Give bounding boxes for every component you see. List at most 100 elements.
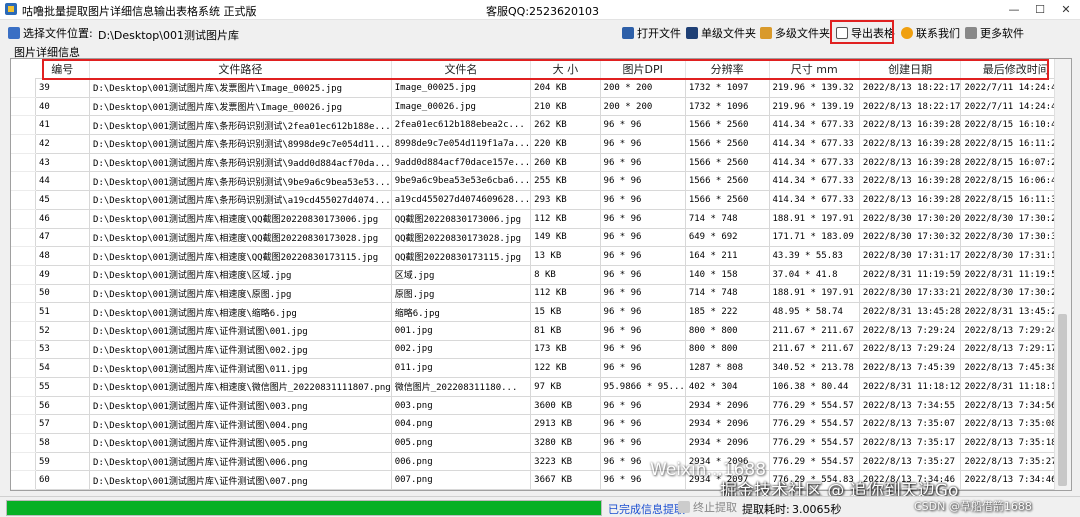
scrollbar-thumb[interactable]	[1058, 314, 1067, 486]
single-folder-button[interactable]: 单级文件夹	[686, 24, 756, 41]
table-cell[interactable]: 185 * 222	[684, 302, 770, 322]
choose-folder-button[interactable]: 选择文件位置:	[8, 24, 93, 41]
row-header[interactable]	[11, 321, 36, 341]
table-cell[interactable]: 96 * 96	[599, 489, 686, 490]
image-info-table[interactable]: 编号 文件路径 文件名 大 小 图片DPI 分辨率 尺寸 mm 创建日期 最后修…	[10, 58, 1072, 491]
table-cell[interactable]: 262 KB	[530, 115, 601, 136]
table-cell[interactable]: 47	[34, 227, 91, 248]
row-header[interactable]	[11, 265, 36, 285]
table-cell[interactable]: 缩略6.jpg	[390, 302, 532, 322]
table-cell[interactable]: 49	[34, 264, 91, 285]
table-cell[interactable]: 402 * 304	[684, 377, 770, 397]
table-cell[interactable]: 188.91 * 197.91	[768, 208, 860, 229]
table-cell[interactable]: 1732 * 1097	[684, 78, 770, 98]
table-cell[interactable]: 2022/8/30 17:31:17	[858, 246, 962, 266]
table-cell[interactable]: 97 KB	[530, 377, 601, 397]
table-cell[interactable]: 112 KB	[530, 208, 601, 229]
table-cell[interactable]: D:\Desktop\001测试图片库\证件测试图\007.png	[89, 470, 392, 490]
table-cell[interactable]: 164 * 211	[684, 246, 770, 266]
row-header[interactable]	[11, 433, 36, 453]
table-cell[interactable]: 13 KB	[530, 246, 601, 266]
table-cell[interactable]: 1287 * 808	[684, 358, 770, 378]
table-row[interactable]: 47 D:\Desktop\001测试图片库\相速度\QQ截图2022083017…	[11, 227, 1071, 248]
table-cell[interactable]: 59	[34, 451, 91, 472]
maximize-button[interactable]: ☐	[1030, 2, 1050, 17]
table-cell[interactable]: 204 KB	[530, 78, 601, 98]
table-cell[interactable]: 96 * 96	[599, 320, 686, 341]
table-cell[interactable]: Image_00026.jpg	[390, 96, 532, 117]
table-cell[interactable]: D:\Desktop\001测试图片库\发票图片\Image_00026.jpg	[89, 96, 392, 117]
table-cell[interactable]: 96 * 96	[599, 190, 686, 210]
table-cell[interactable]: 260 KB	[530, 152, 601, 173]
table-cell[interactable]: 106.38 * 80.44	[768, 377, 860, 397]
table-cell[interactable]: 2022/8/13 7:29:24	[858, 339, 962, 360]
row-header[interactable]	[11, 358, 36, 378]
table-cell[interactable]: 2022/8/31 11:18:12	[858, 377, 962, 397]
table-row[interactable]: 48 D:\Desktop\001测试图片库\相速度\QQ截图2022083017…	[11, 246, 1071, 266]
table-row[interactable]: 51 D:\Desktop\001测试图片库\相速度\缩略6.jpg 缩略6.jpg…	[11, 302, 1071, 322]
table-cell[interactable]: 2022/8/13 7:35:07	[858, 414, 962, 435]
table-cell[interactable]: D:\Desktop\001测试图片库\条形码识别测试\2fea01ec612b…	[89, 115, 392, 136]
table-cell[interactable]: D:\Desktop\001测试图片库\证件测试图\008.png	[89, 489, 392, 490]
table-cell[interactable]: 008.png	[390, 489, 532, 490]
table-cell[interactable]: 9be9a6c9bea53e53e6cba6...	[390, 171, 532, 192]
table-cell[interactable]: 2022/8/13 16:39:28	[858, 134, 962, 154]
row-header[interactable]	[11, 209, 36, 229]
table-row[interactable]: 45 D:\Desktop\001测试图片库\条形码识别测试\a19cd45502…	[11, 190, 1071, 210]
table-cell[interactable]: 112 KB	[530, 283, 601, 304]
table-cell[interactable]: 3600 KB	[530, 395, 601, 416]
table-cell[interactable]: 414.34 * 677.33	[768, 115, 860, 136]
table-row[interactable]: 40 D:\Desktop\001测试图片库\发票图片\Image_00026.j…	[11, 96, 1071, 117]
table-cell[interactable]: QQ截图20220830173115.jpg	[390, 246, 532, 266]
table-cell[interactable]: 011.jpg	[390, 358, 532, 378]
table-row[interactable]: 57 D:\Desktop\001测试图片库\证件测试图\004.png 004.p…	[11, 414, 1071, 435]
table-cell[interactable]: 414.34 * 677.33	[768, 190, 860, 210]
row-header[interactable]	[11, 246, 36, 266]
row-header[interactable]	[11, 134, 36, 154]
table-cell[interactable]: a19cd455027d4074609628...	[390, 190, 532, 210]
table-cell[interactable]: 3667 KB	[530, 470, 601, 490]
table-row[interactable]: 41 D:\Desktop\001测试图片库\条形码识别测试\2fea01ec61…	[11, 115, 1071, 136]
table-cell[interactable]: 2022/8/13 7:35:27	[858, 451, 962, 472]
table-cell[interactable]: D:\Desktop\001测试图片库\条形码识别测试\9add0d884acf…	[89, 152, 392, 173]
table-cell[interactable]: 1732 * 1096	[684, 96, 770, 117]
table-cell[interactable]: 96 * 96	[599, 283, 686, 304]
table-cell[interactable]: 8998de9c7e054d119f1a7a...	[390, 134, 532, 154]
table-cell[interactable]: 776.29 * 554.57	[768, 395, 860, 416]
table-cell[interactable]: 776.29 * 554.57	[768, 414, 860, 435]
table-cell[interactable]: 2934 * 2096	[684, 395, 770, 416]
table-row[interactable]: 58 D:\Desktop\001测试图片库\证件测试图\005.png 005.p…	[11, 433, 1071, 453]
minimize-button[interactable]: —	[1004, 2, 1024, 17]
table-cell[interactable]: D:\Desktop\001测试图片库\相速度\QQ截图202208301730…	[89, 227, 392, 248]
row-header[interactable]	[11, 396, 36, 416]
table-cell[interactable]: 57	[34, 414, 91, 435]
contact-us-button[interactable]: 联系我们	[901, 24, 960, 41]
row-header[interactable]	[11, 97, 36, 117]
table-cell[interactable]: 776.29 * 554.57	[768, 451, 860, 472]
table-row[interactable]: 56 D:\Desktop\001测试图片库\证件测试图\003.png 003.p…	[11, 395, 1071, 416]
table-cell[interactable]: D:\Desktop\001测试图片库\相速度\区域.jpg	[89, 264, 392, 285]
row-header[interactable]	[11, 78, 36, 98]
table-cell[interactable]: 8 KB	[530, 264, 601, 285]
table-cell[interactable]: Image_00025.jpg	[390, 78, 532, 98]
table-cell[interactable]: 149 KB	[530, 227, 601, 248]
table-cell[interactable]: 区域.jpg	[390, 264, 532, 285]
table-row[interactable]: 52 D:\Desktop\001测试图片库\证件测试图\001.jpg 001.j…	[11, 320, 1071, 341]
table-cell[interactable]: 003.png	[390, 395, 532, 416]
table-cell[interactable]: 96 * 96	[599, 358, 686, 378]
table-cell[interactable]: D:\Desktop\001测试图片库\证件测试图\006.png	[89, 451, 392, 472]
table-row[interactable]: 50 D:\Desktop\001测试图片库\相速度\原图.jpg 原图.jpg 11…	[11, 283, 1071, 304]
table-cell[interactable]: 95.9866 * 95...	[599, 377, 686, 397]
table-cell[interactable]: D:\Desktop\001测试图片库\证件测试图\003.png	[89, 395, 392, 416]
table-cell[interactable]: 1566 * 2560	[684, 115, 770, 136]
table-cell[interactable]: D:\Desktop\001测试图片库\发票图片\Image_00025.jpg	[89, 78, 392, 98]
row-header[interactable]	[11, 284, 36, 304]
table-cell[interactable]: D:\Desktop\001测试图片库\条形码识别测试\a19cd455027d…	[89, 190, 392, 210]
table-cell[interactable]: 2022/8/13 7:35:17	[858, 433, 962, 453]
table-cell[interactable]: 210 KB	[530, 96, 601, 117]
table-cell[interactable]: 220 KB	[530, 134, 601, 154]
row-header[interactable]	[11, 302, 36, 322]
table-cell[interactable]: 2022/8/30 17:33:21	[858, 283, 962, 304]
row-header[interactable]	[11, 470, 36, 490]
table-cell[interactable]: 2022/8/13 16:39:28	[858, 152, 962, 173]
